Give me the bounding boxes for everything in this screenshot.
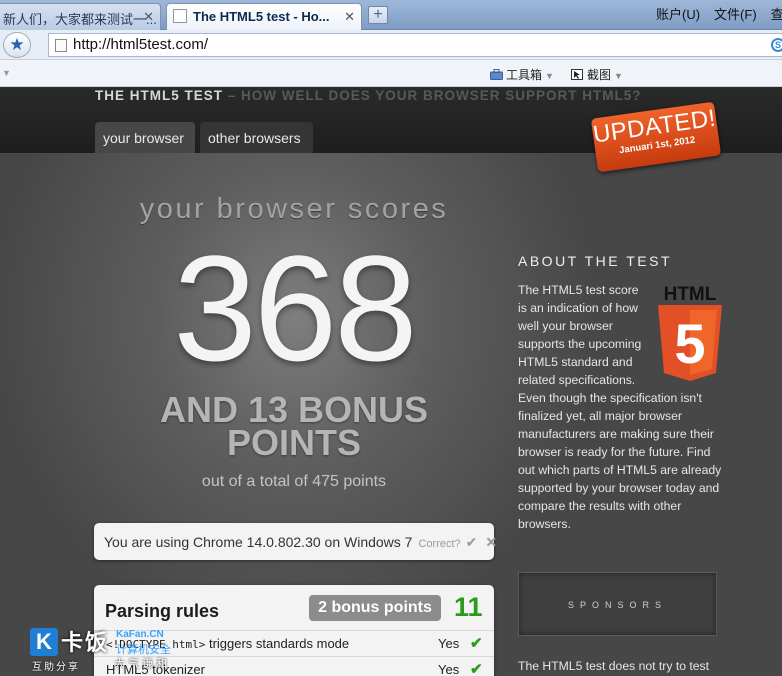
chevron-down-icon: ▼: [545, 71, 554, 81]
section-score: 11: [454, 592, 483, 622]
page-icon: [55, 39, 67, 52]
browser-tab-html5test[interactable]: The HTML5 test - Ho... ✕: [166, 3, 362, 30]
search-engine-icon[interactable]: S: [771, 38, 782, 52]
check-icon: ✔: [470, 635, 483, 652]
kafan-logo-icon: K: [30, 628, 58, 656]
score-value: 368: [173, 224, 417, 392]
tab-label: 新人们，大家都来测试一...: [3, 12, 157, 27]
chevron-down-icon: ▼: [614, 71, 623, 81]
test-result: Yes: [438, 662, 460, 676]
page-icon: [173, 9, 187, 23]
correct-label: Correct?: [418, 538, 461, 550]
menu-item-account[interactable]: 账户(U): [656, 7, 700, 22]
html5-logo-icon: HTML 5: [658, 284, 722, 381]
bonus-points-line: POINTS: [226, 422, 361, 463]
browser-detection-box: You are using Chrome 14.0.802.30 on Wind…: [94, 523, 497, 560]
site-title: THE HTML5 TEST – HOW WELL DOES YOUR BROW…: [95, 88, 642, 103]
check-icon[interactable]: ✔: [466, 534, 478, 550]
svg-text:HTML: HTML: [664, 284, 717, 305]
screenshot-icon: [571, 69, 583, 80]
screenshot-button[interactable]: 截图 ▼: [571, 66, 623, 83]
chevron-down-icon[interactable]: ▼: [2, 68, 11, 78]
about-footer-text: The HTML5 test does not try to test: [518, 659, 710, 673]
about-text: HTML 5 The HTML5 test score is an indica…: [518, 281, 722, 533]
toolbox-icon: [490, 69, 503, 80]
close-icon[interactable]: ✕: [485, 534, 497, 550]
browser-tabstrip: 新人们，大家都来测试一... ✕ The HTML5 test - Ho... …: [0, 0, 782, 30]
svg-text:5: 5: [674, 312, 705, 375]
sponsors-box: SPONSORS: [518, 572, 717, 636]
new-tab-button[interactable]: +: [368, 6, 388, 24]
bonus-points-badge: 2 bonus points: [309, 595, 441, 621]
main-content: your browser scores 368 AND 13 BONUS POI…: [0, 153, 782, 676]
scores-heading: your browser scores: [139, 193, 449, 225]
url-input[interactable]: http://html5test.com/ S: [48, 33, 782, 57]
check-icon: ✔: [470, 661, 483, 676]
tab-label: The HTML5 test - Ho...: [193, 9, 330, 24]
tab-other-browsers[interactable]: other browsers: [200, 122, 313, 153]
section-title: Parsing rules: [105, 601, 220, 621]
star-icon: ★: [9, 35, 25, 54]
browser-tab-forum[interactable]: 新人们，大家都来测试一... ✕: [0, 3, 161, 30]
favorites-button[interactable]: ★: [3, 32, 31, 58]
toolbox-button[interactable]: 工具箱 ▼: [490, 66, 554, 83]
close-icon[interactable]: ✕: [344, 9, 355, 25]
url-text: http://html5test.com/: [73, 36, 209, 53]
menu-item-view[interactable]: 查看: [771, 7, 782, 22]
total-points: out of a total of 475 points: [201, 473, 387, 490]
detection-text: You are using Chrome 14.0.802.30 on Wind…: [104, 534, 413, 550]
menu-item-file[interactable]: 文件(F): [714, 7, 757, 22]
browser-toolbar: ▼ 工具箱 ▼ 截图 ▼: [0, 60, 782, 87]
menu-bar: 账户(U) 文件(F) 查看: [656, 4, 782, 23]
address-bar: ★ http://html5test.com/ S: [0, 30, 782, 60]
close-icon[interactable]: ✕: [143, 9, 154, 25]
tab-your-browser[interactable]: your browser: [95, 122, 195, 153]
test-result: Yes: [438, 636, 460, 651]
kafan-watermark-logo: K 卡饭 KaFan.CN 计算机安全 互助分享 大气谦和: [30, 628, 171, 673]
about-heading: ABOUT THE TEST: [518, 253, 673, 269]
